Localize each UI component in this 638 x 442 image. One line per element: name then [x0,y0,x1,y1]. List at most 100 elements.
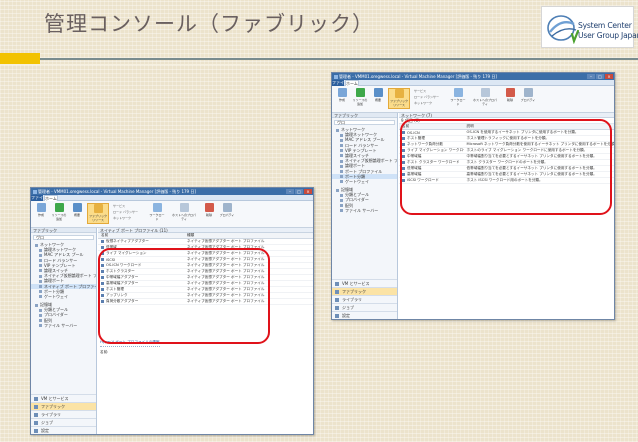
delete-button[interactable]: 削除 [201,203,217,224]
overview-button[interactable]: 概要 [69,203,85,224]
delete-label: 削除 [506,98,513,102]
accent-line [40,58,638,60]
ribbon-small-services[interactable]: サービス [113,204,125,208]
highlight-box-back [400,119,612,215]
host-properties-label: ホストへのプロパティ [171,213,196,221]
overview-label: 概要 [374,98,381,102]
accent-square [0,53,40,64]
maximize-button[interactable]: □ [596,74,604,79]
workspace-item[interactable]: ジョブ [31,418,96,426]
port-profile-icon [101,239,104,243]
host-properties-label: ホストへのプロパティ [472,98,497,106]
workspace-item[interactable]: ライブラリ [332,295,397,303]
host-properties-button[interactable]: ホストへのプロパティ [472,88,498,109]
fabric-resources-button[interactable]: ファブリックリソース [388,88,410,109]
logo-line2: User Group Japan [578,31,638,40]
create-icon [36,203,46,212]
nav-search[interactable]: ヴロ [334,120,395,125]
ribbon-small-network[interactable]: ネットワーク [113,216,131,220]
add-icon [54,203,64,212]
workspace-item[interactable]: 設定 [332,311,397,319]
delete-icon [204,203,214,212]
minimize-button[interactable]: – [286,189,294,194]
overview-icon [72,203,82,212]
overview-button[interactable]: 概要 [370,88,386,109]
fabric-icon [93,204,103,213]
workspace-list: VM とサービス ファブリック ライブラリ ジョブ 設定 [332,279,397,319]
title-bar[interactable]: 管理者 - VMM01.oregwess.local - Virtual Mac… [332,73,614,80]
ribbon-small-services[interactable]: サービス [414,89,426,93]
ribbon-small-network[interactable]: ネットワーク [414,101,432,105]
logo-line1: System Center [578,21,632,30]
tree-item[interactable]: ゲートウェイ [31,294,96,299]
minimize-button[interactable]: – [587,74,595,79]
properties-icon [523,88,533,97]
fabric-resources-button[interactable]: ファブリックリソース [87,203,109,224]
workspace-list: VM とサービス ファブリック ライブラリ ジョブ 設定 [31,394,96,434]
properties-label: プロパティ [520,98,536,102]
tree-item[interactable]: ファイル サーバー [332,208,397,213]
overview-icon [373,88,383,97]
create-button[interactable]: 作成 [33,203,49,224]
properties-label: プロパティ [219,213,235,217]
workspace-item[interactable]: ファブリック [31,402,96,410]
workload-label: ワークロード [450,98,466,106]
workload-button[interactable]: ワークロード [149,203,165,224]
add-resources-label: リソースの追加 [51,213,67,221]
detail-name-label: 名前: [100,350,109,354]
properties-button[interactable]: プロパティ [520,88,536,109]
nav-pane: ファブリック ヴロ ネットワーク 論理ネットワーク MAC アドレス プール ロード … [31,228,97,434]
workspace-item[interactable]: ジョブ [332,303,397,311]
tree-item[interactable]: ファイル サーバー [31,323,96,328]
cell-text: ネイティブ仮想アダプター ポート プロファイル [187,239,265,243]
workspace-item[interactable]: VM とサービス [31,394,96,402]
ribbon: 作成 リソースの追加 概要 ファブリックリソース サービス ロード バランサー … [332,86,614,113]
properties-icon [222,203,232,212]
close-button[interactable]: × [605,74,613,79]
close-button[interactable]: × [304,189,312,194]
host-icon [480,88,490,97]
app-icon [33,189,37,194]
delete-icon [505,88,515,97]
workload-button[interactable]: ワークロード [450,88,466,109]
cell-text: 仮想ネイティブアダプター [106,239,149,243]
host-icon [179,203,189,212]
delete-label: 削除 [205,213,212,217]
add-resources-button[interactable]: リソースの追加 [51,203,67,224]
title-bar[interactable]: 管理者 - VMM01.oregwess.local - Virtual Mac… [31,188,313,195]
workspace-item[interactable]: 設定 [31,426,96,434]
create-label: 作成 [338,98,345,102]
ribbon: 作成 リソースの追加 概要 ファブリックリソース サービス ロード バランサー … [31,201,313,228]
create-label: 作成 [37,213,44,217]
ribbon-small-lb[interactable]: ロード バランサー [414,95,439,99]
properties-button[interactable]: プロパティ [219,203,235,224]
fabric-resources-label: ファブリックリソース [389,99,408,107]
logo-swirl-icon [547,15,580,44]
nav-search[interactable]: ヴロ [33,235,94,240]
create-button[interactable]: 作成 [334,88,350,109]
highlight-box-front [98,248,270,344]
workspace-item[interactable]: ライブラリ [31,410,96,418]
workload-icon [453,88,463,97]
app-icon [334,74,338,79]
nav-tree-storage: 記憶域 分類とプール プロバイダー 配列 ファイル サーバー [31,302,96,328]
maximize-button[interactable]: □ [295,189,303,194]
overview-label: 概要 [73,213,80,217]
delete-button[interactable]: 削除 [502,88,518,109]
add-resources-button[interactable]: リソースの追加 [352,88,368,109]
tree-item[interactable]: ネイティブ ポート プロファイル [31,283,96,289]
port-profile-icon [101,245,104,249]
workload-icon [152,203,162,212]
nav-tree-storage: 記憶域 分類とプール プロバイダー 配列 ファイル サーバー [332,187,397,213]
workspace-item[interactable]: VM とサービス [332,279,397,287]
host-properties-button[interactable]: ホストへのプロパティ [171,203,197,224]
nav-header: ファブリック [332,113,397,118]
tree-item[interactable]: ゲートウェイ [332,179,397,184]
nav-tree: ネットワーク 論理ネットワーク MAC アドレス プール ロード バランサー VIP テ… [332,127,397,184]
fabric-icon [394,89,404,98]
add-resources-label: リソースの追加 [352,98,368,106]
logo: System Center User Group Japan [541,6,638,48]
ribbon-small-lb[interactable]: ロード バランサー [113,210,138,214]
nav-tree: ネットワーク 論理ネットワーク MAC アドレス プール ロード バランサー VIP テ… [31,242,96,299]
workspace-item[interactable]: ファブリック [332,287,397,295]
